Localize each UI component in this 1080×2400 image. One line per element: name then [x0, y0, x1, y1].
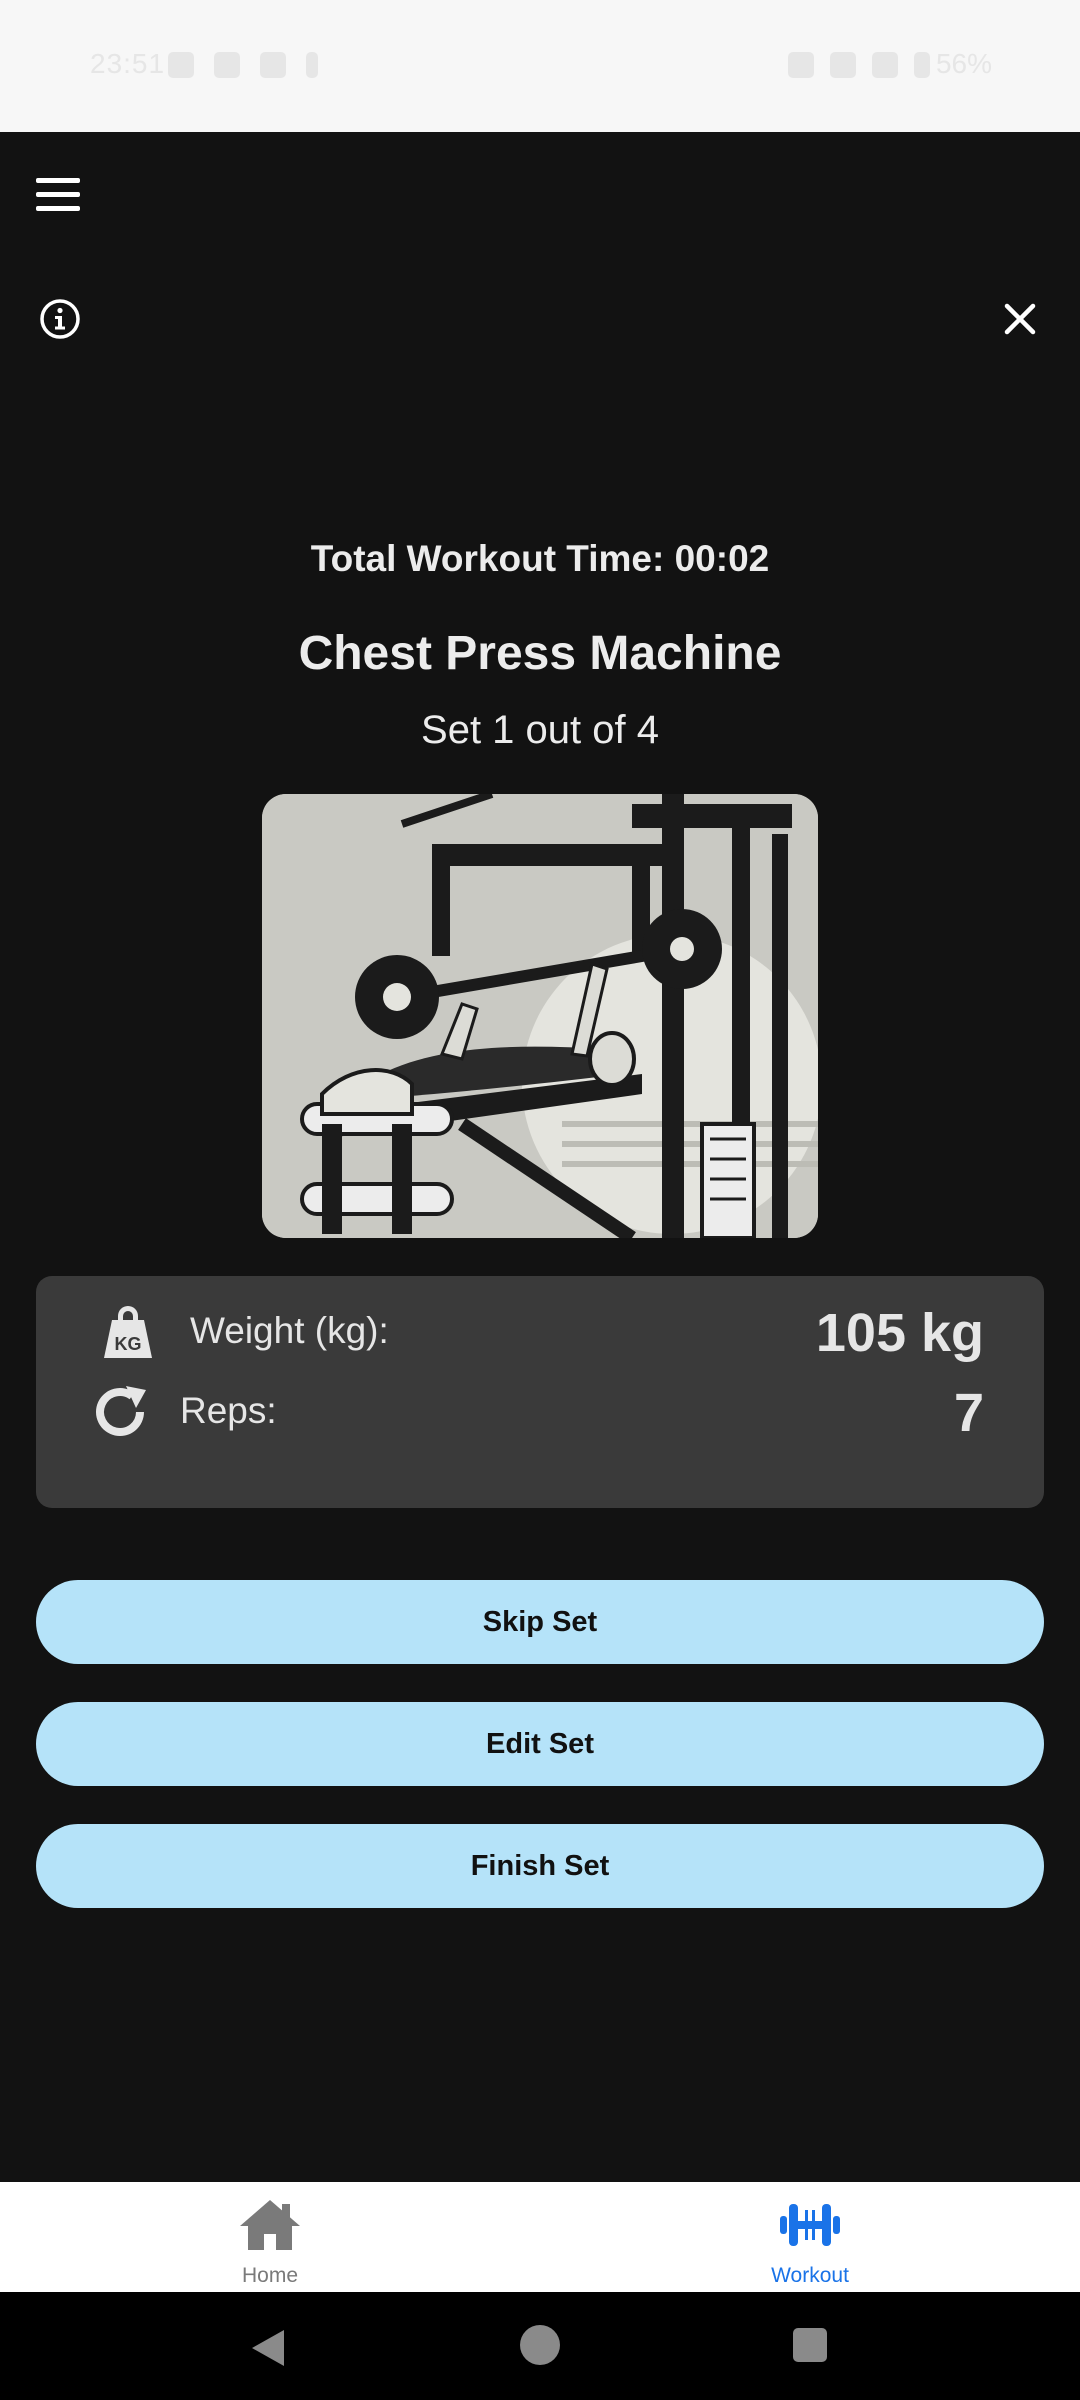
exercise-title: Chest Press Machine — [298, 627, 782, 680]
notification-icon — [260, 52, 286, 78]
finish-set-button[interactable]: Finish Set — [36, 1824, 1044, 1908]
back-icon[interactable] — [250, 2328, 286, 2373]
skip-set-button[interactable]: Skip Set — [36, 1580, 1044, 1664]
status-time: 23:51 — [90, 48, 166, 79]
nav-label-home: Home — [241, 2264, 299, 2287]
set-progress: Set 1 out of 4 — [421, 708, 659, 752]
battery-icon — [914, 52, 930, 78]
signal-icon — [872, 52, 898, 78]
wifi-icon — [830, 52, 856, 78]
reps-value: 7 — [953, 1383, 984, 1443]
set-details-card: KG Weight (kg): 105 kg Reps: 7 — [36, 1276, 1044, 1508]
hamburger-menu-icon[interactable] — [36, 178, 80, 214]
status-bar: 23:51 56% — [0, 0, 1080, 132]
nav-item-workout[interactable]: Workout — [690, 2182, 930, 2292]
weight-label: Weight (kg): — [190, 1310, 389, 1351]
exercise-image — [262, 794, 818, 1238]
total-workout-time: Total Workout Time: 00:02 — [310, 538, 770, 579]
recents-icon[interactable] — [793, 2328, 827, 2362]
refresh-icon — [92, 1382, 152, 1442]
bottom-navigation: Home Workout — [0, 2182, 1080, 2292]
nav-label-workout: Workout — [771, 2264, 849, 2287]
dumbbell-icon — [778, 2196, 842, 2254]
kettlebell-kg-icon: KG — [98, 1302, 158, 1362]
weight-row: KG Weight (kg): 105 kg — [36, 1292, 1044, 1372]
vibrate-icon — [788, 52, 814, 78]
reps-label: Reps: — [180, 1390, 277, 1431]
home-circle-icon[interactable] — [520, 2325, 560, 2365]
battery-percentage: 56% — [935, 48, 992, 79]
notification-icon — [168, 52, 194, 78]
status-system-icons — [788, 52, 930, 78]
status-notification-icons — [168, 52, 318, 78]
home-icon — [238, 2196, 302, 2254]
nav-item-home[interactable]: Home — [150, 2182, 390, 2292]
system-navigation-bar — [0, 2292, 1080, 2400]
workout-screen: Total Workout Time: 00:02 Chest Press Ma… — [0, 132, 1080, 2182]
info-icon[interactable] — [38, 297, 82, 341]
weight-value: 105 kg — [815, 1303, 984, 1363]
notification-icon — [306, 52, 318, 78]
reps-row: Reps: 7 — [36, 1372, 1044, 1452]
edit-set-button[interactable]: Edit Set — [36, 1702, 1044, 1786]
svg-text:KG: KG — [115, 1334, 142, 1354]
notification-icon — [214, 52, 240, 78]
close-icon[interactable] — [998, 297, 1042, 341]
